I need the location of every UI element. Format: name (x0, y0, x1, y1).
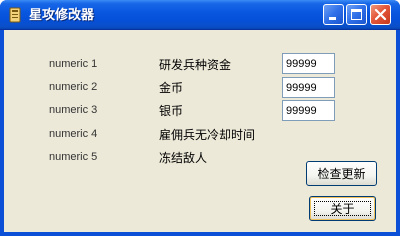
numeric-label-4: numeric 4 (49, 128, 98, 140)
option-label-3: 银币 (159, 104, 184, 118)
option-label-2: 金币 (159, 81, 184, 95)
close-button[interactable] (370, 4, 391, 25)
option-label-1: 研发兵种资金 (159, 58, 232, 72)
option-label-5[interactable]: 冻结敌人 (159, 149, 207, 166)
value-input-2[interactable] (282, 77, 335, 98)
minimize-icon (329, 17, 336, 20)
client-area: numeric 1 研发兵种资金 numeric 2 金币 numeric 3 … (4, 30, 396, 232)
numeric-label-5: numeric 5 (49, 151, 98, 163)
title-bar[interactable]: 星攻修改器 (0, 0, 400, 30)
close-icon (374, 8, 387, 21)
minimize-button[interactable] (323, 4, 344, 25)
value-input-1[interactable] (282, 53, 335, 74)
maximize-button[interactable] (346, 4, 367, 25)
app-window: 星攻修改器 numeric 1 研发兵种资金 numeric 2 金币 nume… (0, 0, 400, 236)
numeric-label-1: numeric 1 (49, 58, 98, 70)
about-button[interactable]: 关于 (309, 196, 376, 221)
value-input-3[interactable] (282, 100, 335, 121)
maximize-icon (351, 9, 362, 20)
option-label-4[interactable]: 雇佣兵无冷却时间 (159, 126, 255, 143)
window-title: 星攻修改器 (29, 7, 95, 22)
numeric-label-3: numeric 3 (49, 104, 98, 116)
app-icon[interactable] (7, 7, 23, 23)
numeric-label-2: numeric 2 (49, 81, 98, 93)
check-update-button[interactable]: 检查更新 (306, 161, 377, 186)
